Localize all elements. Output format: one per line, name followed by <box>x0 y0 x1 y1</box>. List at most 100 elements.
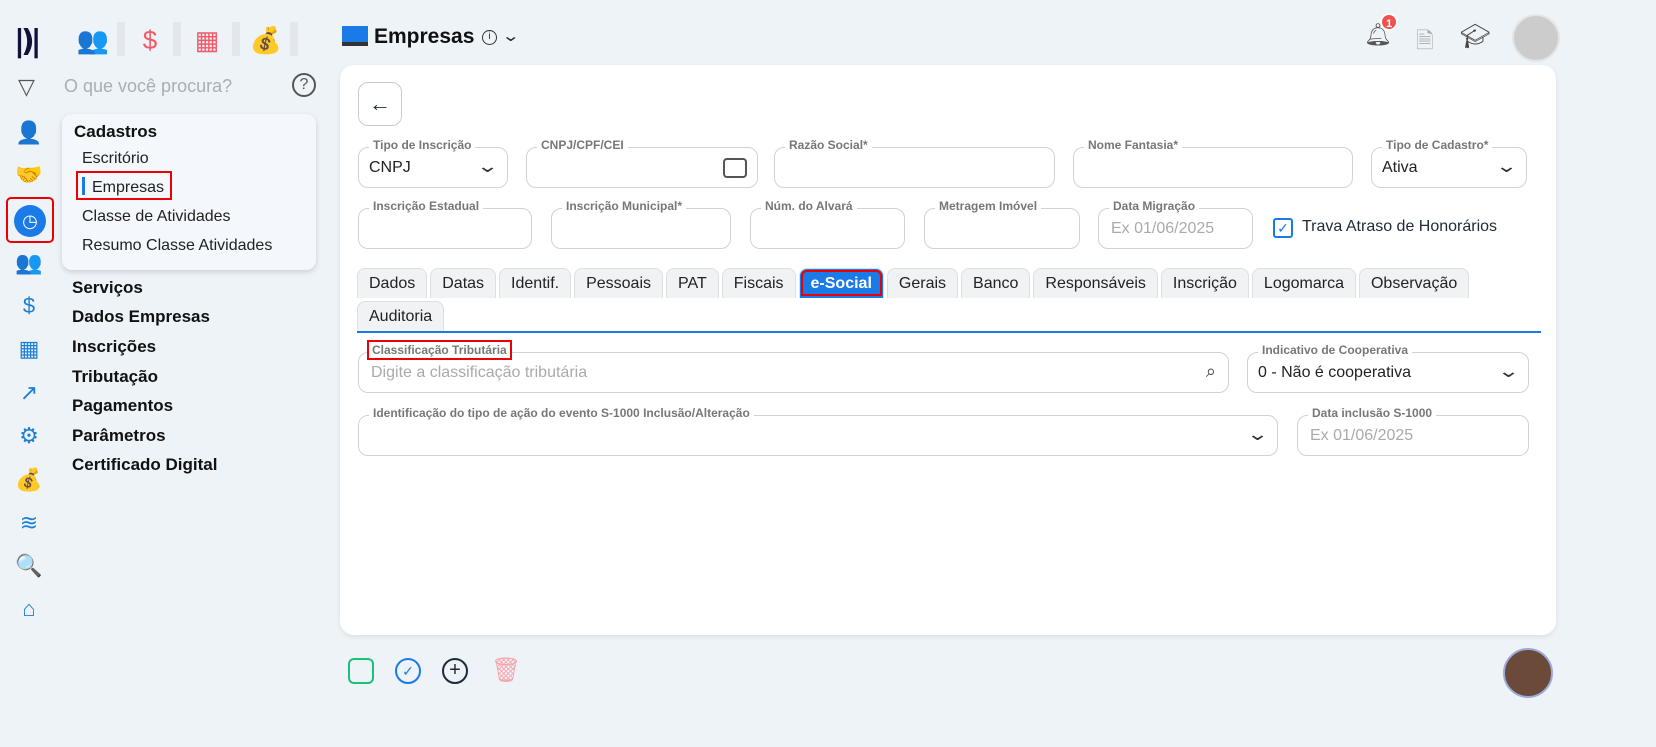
field-label: Identificação do tipo de ação do evento … <box>369 406 754 420</box>
tab-observacao[interactable]: Observação <box>1358 268 1470 298</box>
chevron-down-icon: ⌄ <box>476 156 499 176</box>
graduation-cap-icon[interactable]: 🎓︎ <box>1460 22 1490 51</box>
add-icon[interactable]: + <box>442 658 468 684</box>
tab-banco[interactable]: Banco <box>961 268 1031 298</box>
tab-gerais[interactable]: Gerais <box>886 268 959 298</box>
nome-fantasia-input[interactable]: Nome Fantasia* <box>1073 138 1353 188</box>
gear-icon[interactable]: ⚙ <box>14 421 44 451</box>
dollar-circle-icon[interactable]: $ <box>14 291 44 321</box>
submenu-item-resumo-classe[interactable]: Resumo Classe Atividades <box>74 237 304 266</box>
page-title: Empresas <box>374 25 475 48</box>
tab-inscricao[interactable]: Inscrição <box>1160 268 1249 298</box>
submenu-title: Cadastros <box>74 122 158 141</box>
inscricao-estadual-input[interactable]: Inscrição Estadual <box>358 199 532 249</box>
field-label: Nome Fantasia* <box>1084 138 1183 152</box>
razao-social-input[interactable]: Razão Social* <box>774 138 1055 188</box>
cooperativa-select[interactable]: Indicativo de Cooperativa 0 - Não é coope… <box>1247 343 1529 393</box>
tab-pessoais[interactable]: Pessoais <box>574 268 663 298</box>
save-icon[interactable] <box>348 658 374 684</box>
dollar-icon[interactable]: $ <box>130 22 170 58</box>
chart-arrow-icon[interactable]: ↗ <box>14 378 44 408</box>
tab-pat[interactable]: PAT <box>666 268 719 298</box>
trava-checkbox[interactable]: ✓ <box>1273 218 1293 238</box>
tab-dados[interactable]: Dados <box>357 268 428 298</box>
tipo-inscricao-select[interactable]: Tipo de Inscrição CNPJ ⌄ <box>358 138 508 188</box>
app-logo[interactable]: |)| <box>14 24 42 59</box>
submenu-item-classe-atividades[interactable]: Classe de Atividades <box>74 208 304 237</box>
menu-pagamentos[interactable]: Pagamentos <box>72 396 173 416</box>
clock-icon[interactable]: ◷ <box>14 205 46 237</box>
users-icon[interactable]: 👥 <box>73 22 113 58</box>
tab-responsaveis[interactable]: Responsáveis <box>1033 268 1158 298</box>
document-search-icon[interactable]: 🗎 <box>1416 24 1434 62</box>
money-bag-icon[interactable]: 💰 <box>14 465 44 495</box>
home-icon[interactable]: ⌂ <box>14 594 44 624</box>
layers-icon[interactable]: ≋ <box>14 508 44 538</box>
tab-identif[interactable]: Identif. <box>499 268 572 298</box>
chevron-down-icon: ⌄ <box>1497 361 1520 381</box>
tab-fiscais[interactable]: Fiscais <box>721 268 796 298</box>
menu-servicos[interactable]: Serviços <box>72 278 143 298</box>
filter-icon[interactable]: ▽ <box>18 74 35 100</box>
info-icon[interactable]: i <box>482 30 497 45</box>
tipo-cadastro-select[interactable]: Tipo de Cadastro* Ativa ⌄ <box>1371 138 1527 188</box>
field-label: Tipo de Inscrição <box>369 138 476 152</box>
menu-inscricoes[interactable]: Inscrições <box>72 337 156 357</box>
inscricao-municipal-input[interactable]: Inscrição Municipal* <box>551 199 731 249</box>
field-label: Classificação Tributária <box>367 340 512 360</box>
metragem-input[interactable]: Metragem Imóvel <box>924 199 1080 249</box>
menu-certificado[interactable]: Certificado Digital <box>72 455 217 475</box>
chevron-down-icon: ⌄ <box>1246 424 1269 444</box>
handshake-icon[interactable]: 🤝 <box>14 160 44 190</box>
search-icon[interactable]: ⌕ <box>1206 361 1216 382</box>
field-value: CNPJ <box>369 159 411 176</box>
divider <box>173 22 181 56</box>
field-label: Metragem Imóvel <box>935 199 1042 213</box>
notification-badge: 1 <box>1380 13 1398 31</box>
field-label: Tipo de Cadastro* <box>1382 138 1493 152</box>
divider <box>290 22 298 56</box>
tab-datas[interactable]: Datas <box>430 268 497 298</box>
tab-bar: Dados Datas Identif. Pessoais PAT Fiscai… <box>357 268 1482 331</box>
assistant-avatar[interactable] <box>1503 648 1553 698</box>
tab-esocial[interactable]: e-Social <box>798 268 884 298</box>
field-label: Inscrição Estadual <box>369 199 484 213</box>
tab-auditoria[interactable]: Auditoria <box>357 301 445 331</box>
field-label: Data inclusão S-1000 <box>1308 406 1437 420</box>
calculator-icon[interactable]: ▦ <box>187 22 227 58</box>
confirm-icon[interactable]: ✓ <box>395 658 421 684</box>
menu-tributacao[interactable]: Tributação <box>72 367 158 387</box>
calculator-icon[interactable]: ▦ <box>14 334 44 364</box>
id-card-icon[interactable] <box>723 158 747 178</box>
field-label: Razão Social* <box>785 138 872 152</box>
trash-icon[interactable]: 🗑︎ <box>491 656 521 685</box>
menu-parametros[interactable]: Parâmetros <box>72 426 166 446</box>
menu-dados-empresas[interactable]: Dados Empresas <box>72 307 210 327</box>
search-input[interactable]: O que você procura? <box>64 76 232 97</box>
field-placeholder: Ex 01/06/2025 <box>1310 427 1414 444</box>
field-value: Ativa <box>1382 159 1418 176</box>
trava-label[interactable]: Trava Atraso de Honorários <box>1302 218 1497 236</box>
classificacao-tributaria-input[interactable]: Classificação Tributária Digite a classif… <box>358 340 1229 393</box>
field-label: Data Migração <box>1109 199 1200 213</box>
user-gear-icon[interactable]: 👤 <box>14 118 44 148</box>
avatar[interactable] <box>1512 14 1560 62</box>
data-inclusao-input[interactable]: Data inclusão S-1000 Ex 01/06/2025 <box>1297 406 1529 456</box>
tab-logomarca[interactable]: Logomarca <box>1251 268 1356 298</box>
back-button[interactable]: ← <box>358 82 402 126</box>
cadastros-submenu: Cadastros Escritório Empresas Classe de … <box>62 114 316 270</box>
chevron-down-icon: ⌄ <box>1495 156 1518 176</box>
cnpj-input[interactable]: CNPJ/CPF/CEI <box>526 138 758 188</box>
field-label: CNPJ/CPF/CEI <box>537 138 628 152</box>
divider <box>232 22 240 56</box>
users-icon[interactable]: 👥 <box>14 248 44 278</box>
submenu-item-empresas[interactable]: Empresas <box>74 171 304 208</box>
acao-evento-select[interactable]: Identificação do tipo de ação do evento … <box>358 406 1278 456</box>
alvara-input[interactable]: Núm. do Alvará <box>750 199 905 249</box>
chevron-down-icon[interactable]: ⌄ <box>501 26 520 46</box>
money-bag-icon[interactable]: 💰 <box>246 22 286 58</box>
help-icon[interactable]: ? <box>292 73 316 97</box>
data-migracao-input[interactable]: Data Migração Ex 01/06/2025 <box>1098 199 1253 249</box>
monitor-icon <box>342 26 368 46</box>
search-icon[interactable]: 🔍 <box>14 551 44 581</box>
